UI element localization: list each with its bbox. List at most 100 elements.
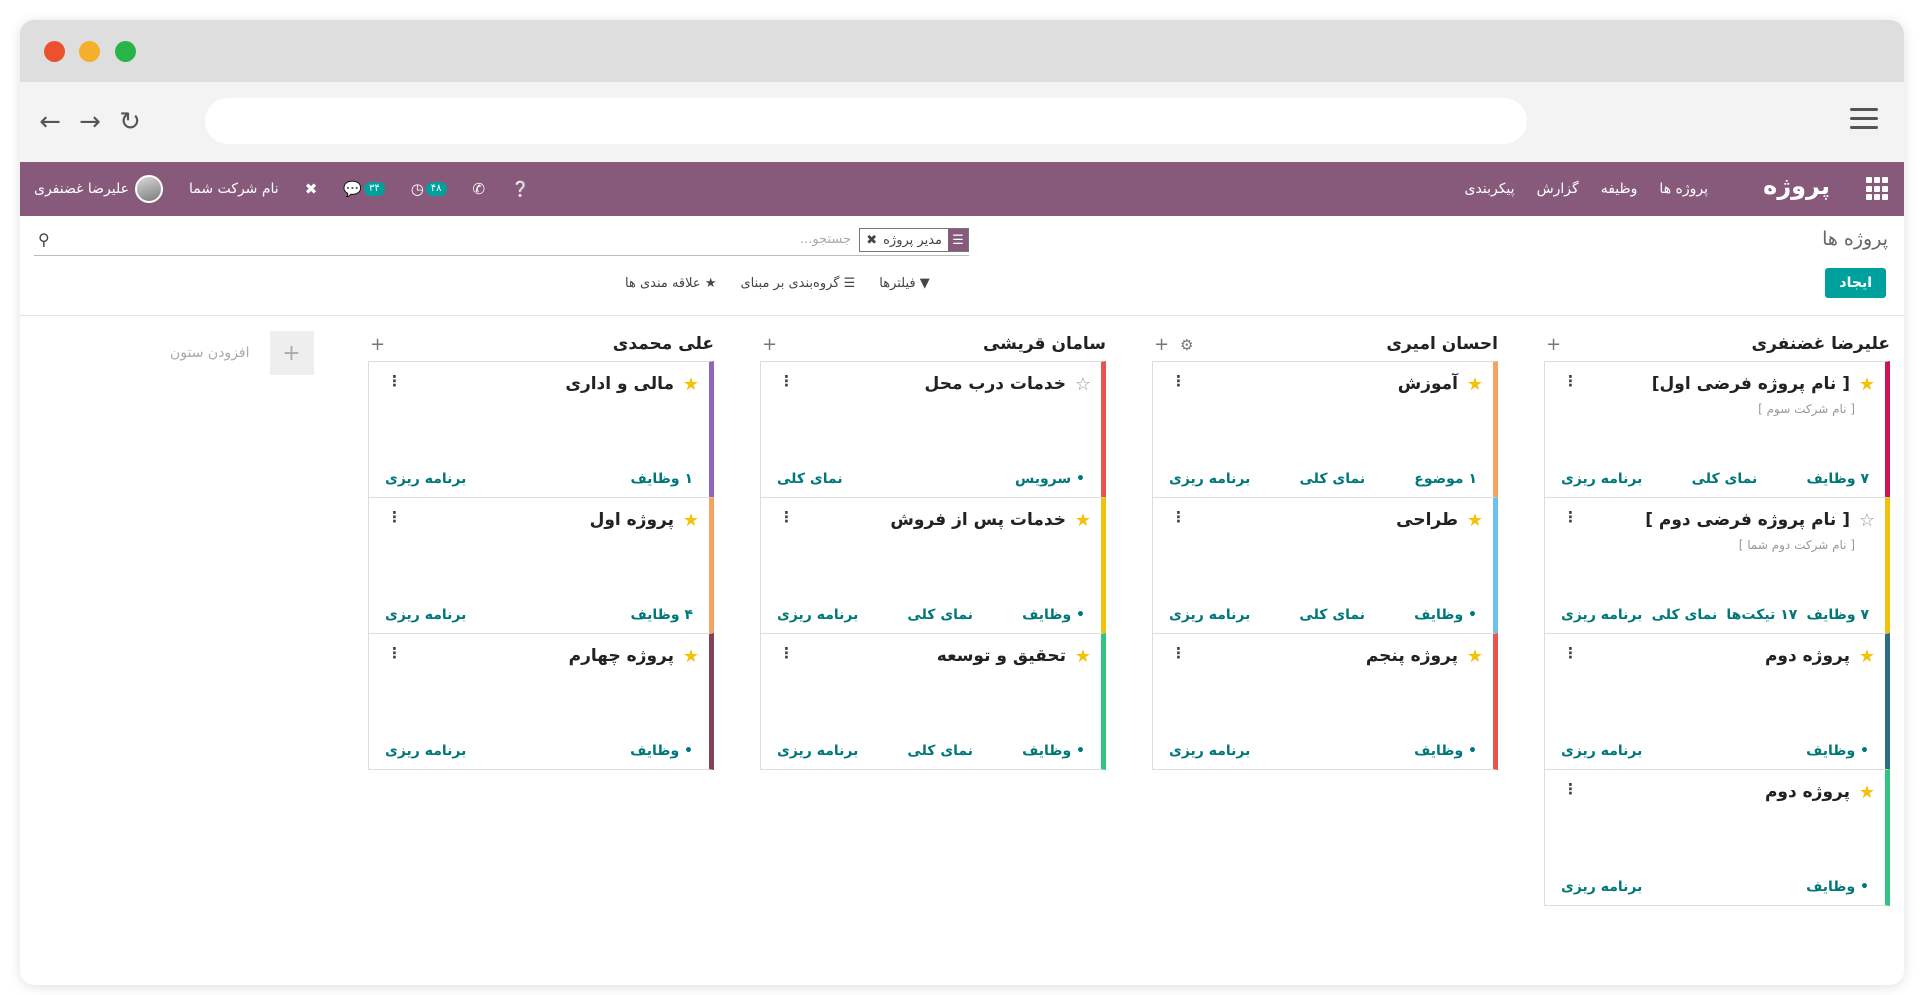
reload-icon[interactable]: ↻ <box>114 106 146 138</box>
card-link[interactable]: برنامه ریزی <box>385 471 466 487</box>
card-link[interactable]: ۱ موضوع <box>1414 471 1477 487</box>
menu-item-projects[interactable]: پروژه ها <box>1659 181 1708 197</box>
favorite-star-icon[interactable]: ★ <box>1467 374 1483 395</box>
quick-create-plus-icon[interactable]: + <box>762 334 777 355</box>
favorite-star-icon[interactable]: ★ <box>1859 374 1875 395</box>
card-link[interactable]: برنامه ریزی <box>385 743 466 759</box>
card-menu-icon[interactable]: ⋮ <box>1563 508 1578 526</box>
app-brand[interactable]: پروژه <box>1763 172 1830 200</box>
card-link[interactable]: ۷ وظایف <box>1807 607 1870 623</box>
browser-menu-icon[interactable] <box>1850 108 1878 130</box>
favorite-star-icon[interactable]: ★ <box>1467 510 1483 531</box>
card-link[interactable]: نمای کلی <box>907 607 973 623</box>
maximize-window-button[interactable] <box>115 41 136 62</box>
project-card[interactable]: ★ مالی و اداری ⋮ ۱ وظایف برنامه ریزی <box>368 361 714 498</box>
groupby-button[interactable]: ☰ گروه‌بندی بر مبنای <box>740 276 855 291</box>
card-link[interactable]: • وظایف <box>1806 879 1869 895</box>
card-link[interactable]: برنامه ریزی <box>1561 879 1642 895</box>
card-link[interactable]: • وظایف <box>1022 743 1085 759</box>
back-arrow-icon[interactable]: ← <box>34 106 66 138</box>
card-link[interactable]: برنامه ریزی <box>385 607 466 623</box>
messages-menu[interactable]: 💬 ۳۴ <box>343 180 385 198</box>
favorite-star-icon[interactable]: ★ <box>1075 646 1091 667</box>
favorite-star-icon[interactable]: ★ <box>1859 646 1875 667</box>
quick-create-plus-icon[interactable]: + <box>370 334 385 355</box>
project-card[interactable]: ★ پروژه چهارم ⋮ • وظایف برنامه ریزی <box>368 633 714 770</box>
filters-button[interactable]: ▼ فیلترها <box>879 276 930 291</box>
project-card[interactable]: ★ پروژه پنجم ⋮ • وظایف برنامه ریزی <box>1152 633 1498 770</box>
card-menu-icon[interactable]: ⋮ <box>387 508 402 526</box>
search-input[interactable]: جستجو... <box>800 232 851 247</box>
menu-item-reporting[interactable]: گزارش <box>1537 181 1579 197</box>
activities-menu[interactable]: ◷ ۴۸ <box>411 180 447 198</box>
card-menu-icon[interactable]: ⋮ <box>387 372 402 390</box>
card-link[interactable]: • وظایف <box>630 743 693 759</box>
card-link[interactable]: برنامه ریزی <box>1169 471 1250 487</box>
gear-icon[interactable]: ⚙ <box>1180 336 1193 354</box>
menu-item-tasks[interactable]: وظیفه <box>1601 181 1638 197</box>
favorite-star-icon[interactable]: ★ <box>683 646 699 667</box>
card-link[interactable]: • وظایف <box>1806 743 1869 759</box>
project-card[interactable]: ★ خدمات پس از فروش ⋮ • وظایف نمای کلی برنامه … <box>760 497 1106 634</box>
favorite-star-icon[interactable]: ☆ <box>1859 510 1875 531</box>
search-bar[interactable]: ☰ مدیر پروژه ✖ جستجو... ⚲ <box>34 226 969 256</box>
favorite-star-icon[interactable]: ☆ <box>1075 374 1091 395</box>
project-card[interactable]: ★ پروژه اول ⋮ ۴ وظایف برنامه ریزی <box>368 497 714 634</box>
card-menu-icon[interactable]: ⋮ <box>1171 644 1186 662</box>
add-column[interactable]: + افزودن ستون <box>170 331 314 375</box>
project-card[interactable]: ★ تحقیق و توسعه ⋮ • وظایف نمای کلی برنامه ریز… <box>760 633 1106 770</box>
card-menu-icon[interactable]: ⋮ <box>779 372 794 390</box>
project-card[interactable]: ★ پروژه دوم ⋮ • وظایف برنامه ریزی <box>1544 769 1890 906</box>
card-link[interactable]: • سرویس <box>1015 471 1085 487</box>
create-button[interactable]: ایجاد <box>1825 268 1886 298</box>
phone-icon[interactable]: ✆ <box>473 180 486 198</box>
column-title[interactable]: احسان امیری <box>1386 334 1498 354</box>
card-link[interactable]: • وظایف <box>1414 743 1477 759</box>
card-link[interactable]: برنامه ریزی <box>777 743 858 759</box>
card-menu-icon[interactable]: ⋮ <box>387 644 402 662</box>
favorite-star-icon[interactable]: ★ <box>683 510 699 531</box>
card-link[interactable]: برنامه ریزی <box>1169 743 1250 759</box>
column-title[interactable]: علیرضا غضنفری <box>1752 334 1891 354</box>
plus-icon[interactable]: + <box>269 331 314 375</box>
card-link[interactable]: ۱۷ تیکت‌ها <box>1726 607 1797 623</box>
facet-remove-icon[interactable]: ✖ <box>860 233 877 248</box>
card-link[interactable]: نمای کلی <box>777 471 843 487</box>
card-link[interactable]: نمای کلی <box>907 743 973 759</box>
card-menu-icon[interactable]: ⋮ <box>1563 644 1578 662</box>
card-menu-icon[interactable]: ⋮ <box>1563 780 1578 798</box>
card-link[interactable]: • وظایف <box>1022 607 1085 623</box>
address-bar[interactable] <box>205 98 1527 144</box>
card-menu-icon[interactable]: ⋮ <box>1563 372 1578 390</box>
card-link[interactable]: نمای کلی <box>1300 471 1366 487</box>
card-menu-icon[interactable]: ⋮ <box>779 508 794 526</box>
favorite-star-icon[interactable]: ★ <box>1859 782 1875 803</box>
card-link[interactable]: نمای کلی <box>1299 607 1365 623</box>
favorite-star-icon[interactable]: ★ <box>1467 646 1483 667</box>
card-link[interactable]: نمای کلی <box>1652 607 1718 623</box>
favorites-button[interactable]: ★ علاقه مندی ها <box>625 276 716 291</box>
card-link[interactable]: برنامه ریزی <box>1561 743 1642 759</box>
favorite-star-icon[interactable]: ★ <box>683 374 699 395</box>
column-title[interactable]: علی محمدی <box>613 334 714 354</box>
minimize-window-button[interactable] <box>79 41 100 62</box>
apps-grid-icon[interactable] <box>1864 177 1888 201</box>
card-link[interactable]: برنامه ریزی <box>1169 607 1250 623</box>
column-title[interactable]: سامان قریشی <box>983 334 1106 354</box>
card-link[interactable]: ۷ وظایف <box>1807 471 1870 487</box>
card-link[interactable]: برنامه ریزی <box>777 607 858 623</box>
search-icon[interactable]: ⚲ <box>38 230 50 249</box>
card-menu-icon[interactable]: ⋮ <box>779 644 794 662</box>
card-link[interactable]: نمای کلی <box>1692 471 1758 487</box>
company-switcher[interactable]: نام شرکت شما <box>189 181 279 197</box>
card-link[interactable]: ۴ وظایف <box>631 607 694 623</box>
close-window-button[interactable] <box>44 41 65 62</box>
project-card[interactable]: ☆ [ نام پروژه فرضی دوم ] [ نام شرکت دوم شم… <box>1544 497 1890 634</box>
project-card[interactable]: ★ [ نام پروژه فرضی اول] [ نام شرکت سوم ] ⋮ ۷… <box>1544 361 1890 498</box>
favorite-star-icon[interactable]: ★ <box>1075 510 1091 531</box>
debug-tools-icon[interactable]: ✖ <box>305 180 318 198</box>
card-link[interactable]: برنامه ریزی <box>1561 471 1642 487</box>
help-icon[interactable]: ❔ <box>511 180 530 198</box>
project-card[interactable]: ★ پروژه دوم ⋮ • وظایف برنامه ریزی <box>1544 633 1890 770</box>
project-card[interactable]: ★ طراحی ⋮ • وظایف نمای کلی برنامه ریزی <box>1152 497 1498 634</box>
